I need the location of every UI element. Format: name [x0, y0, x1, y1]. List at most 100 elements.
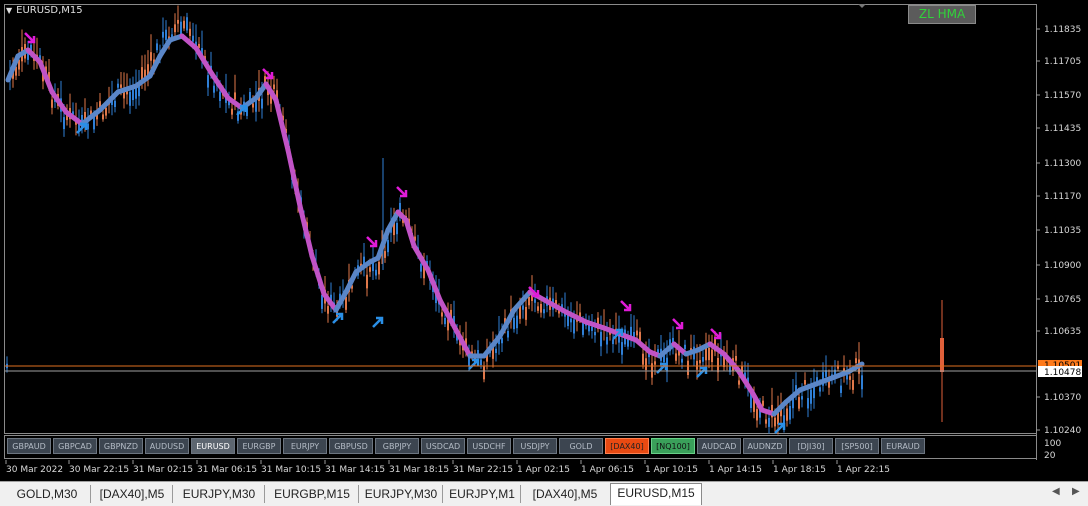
- hma-line-segment: [343, 269, 359, 295]
- candle-body: [213, 85, 215, 93]
- symbol-button-sp500[interactable]: [SP500]: [835, 438, 879, 454]
- symbol-button-eurusd[interactable]: EURUSD: [191, 438, 235, 454]
- candle-body: [375, 269, 377, 276]
- time-tick-label: 31 Mar 10:15: [261, 465, 321, 475]
- chart-tab[interactable]: EURJPY,M30: [174, 485, 265, 503]
- candle-body: [366, 274, 368, 289]
- candle-body: [543, 309, 545, 314]
- price-tick-label: 1.10240: [1044, 426, 1081, 436]
- chart-tab[interactable]: [DAX40],M5: [92, 485, 173, 503]
- candle-body: [540, 303, 542, 313]
- candle-body: [513, 317, 515, 330]
- candle-body: [165, 29, 167, 40]
- chart-tab[interactable]: EURJPY,M30: [360, 485, 443, 503]
- candle-body: [687, 360, 689, 376]
- time-tick-label: 31 Mar 06:15: [197, 465, 257, 475]
- symbol-button-eurjpy[interactable]: EURJPY: [283, 438, 327, 454]
- candle-body: [786, 408, 788, 421]
- arrow-left-icon[interactable]: ◀: [1052, 486, 1060, 497]
- candle-body: [501, 338, 503, 344]
- candle-body: [150, 52, 152, 61]
- candle-body: [606, 336, 608, 345]
- buy-arrow-icon: [468, 358, 480, 370]
- symbol-button-usdchf[interactable]: USDCHF: [467, 438, 511, 454]
- chart-tab[interactable]: [DAX40],M5: [522, 485, 608, 503]
- candle-body: [852, 380, 854, 390]
- symbol-button-nq100[interactable]: [NQ100]: [651, 438, 695, 454]
- symbol-button-usdcad[interactable]: USDCAD: [421, 438, 465, 454]
- symbol-button-audusd[interactable]: AUDUSD: [145, 438, 189, 454]
- chart-tab[interactable]: EURUSD,M15: [610, 483, 702, 505]
- price-tick-label: 1.10900: [1044, 261, 1081, 271]
- candle-body: [516, 315, 518, 329]
- candle-body: [828, 381, 830, 388]
- candle-body: [594, 331, 596, 336]
- chart-window[interactable]: 1.11835 1.11705 1.11570 1.11435 1.11300 1.111…: [0, 0, 1088, 481]
- candle-body: [444, 317, 446, 325]
- candle-body: [711, 349, 713, 363]
- symbol-button-gold[interactable]: GOLD: [559, 438, 603, 454]
- candle-body: [642, 353, 644, 365]
- symbol-button-gbpnzd[interactable]: GBPNZD: [99, 438, 143, 454]
- candle-body: [420, 263, 422, 272]
- candle-body: [345, 296, 347, 310]
- candle-body: [180, 21, 182, 36]
- symbol-button-gbpaud[interactable]: GBPAUD: [7, 438, 51, 454]
- symbol-button-gbpjpy[interactable]: GBPJPY: [375, 438, 419, 454]
- candle-body: [840, 385, 842, 393]
- chart-tab[interactable]: EURGBP,M15: [266, 485, 359, 503]
- time-tick-label: 31 Mar 22:15: [453, 465, 513, 475]
- symbol-button-audcad[interactable]: AUDCAD: [697, 438, 741, 454]
- symbol-button-gbpusd[interactable]: GBPUSD: [329, 438, 373, 454]
- chart-shift-marker-icon[interactable]: [858, 4, 866, 8]
- symbol-button-dax40[interactable]: [DAX40]: [605, 438, 649, 454]
- triangle-down-icon[interactable]: ▼: [6, 6, 12, 15]
- candle-body: [183, 20, 185, 29]
- candle-body: [681, 358, 683, 363]
- time-tick-label: 1 Apr 10:15: [645, 465, 698, 475]
- arrow-right-icon[interactable]: ▶: [1072, 486, 1080, 497]
- buy-arrow-icon: [774, 422, 786, 434]
- symbol-button-dji30[interactable]: [DJI30]: [789, 438, 833, 454]
- time-tick-label: 30 Mar 22:15: [69, 465, 129, 475]
- candle-body: [105, 107, 107, 116]
- candle-body: [234, 92, 236, 100]
- candle-body: [219, 91, 221, 102]
- symbol-button-gbpcad[interactable]: GBPCAD: [53, 438, 97, 454]
- chart-tab[interactable]: GOLD,M30: [4, 485, 91, 503]
- symbol-button-audnzd[interactable]: AUDNZD: [743, 438, 787, 454]
- candle-body: [63, 117, 65, 130]
- candle-body: [861, 375, 863, 390]
- time-tick-label: 31 Mar 14:15: [325, 465, 385, 475]
- candle-body: [777, 412, 779, 425]
- candle-body: [537, 306, 539, 311]
- candle-body: [819, 387, 821, 392]
- candle-body: [51, 99, 53, 108]
- candle-body: [321, 294, 323, 309]
- candle-body: [162, 31, 164, 38]
- main-pane-frame: [4, 4, 1037, 434]
- candle-body: [735, 356, 737, 361]
- candle-body: [612, 339, 614, 345]
- chart-tab-bar: GOLD,M30 [DAX40],M5 EURJPY,M30 EURGBP,M15 EU…: [0, 481, 1088, 506]
- price-tick-label: 1.11705: [1044, 57, 1081, 67]
- price-tick-label: 1.11170: [1044, 192, 1081, 202]
- buy-arrow-icon: [696, 366, 708, 378]
- candle-body: [798, 397, 800, 409]
- sell-arrow-icon: [672, 318, 684, 330]
- chart-canvas[interactable]: 1.11835 1.11705 1.11570 1.11435 1.11300 1.111…: [0, 0, 1088, 481]
- current-price-text: 1.10478: [1044, 368, 1081, 378]
- sub-axis-label: 100: [1044, 439, 1061, 449]
- candle-body: [231, 108, 233, 115]
- candle-body: [789, 406, 791, 420]
- candle-body: [174, 24, 176, 33]
- symbol-button-usdjpy[interactable]: USDJPY: [513, 438, 557, 454]
- symbol-button-euraud[interactable]: EURAUD: [881, 438, 925, 454]
- price-tick-label: 1.11570: [1044, 91, 1081, 101]
- candle-body: [708, 347, 710, 361]
- candle-body: [117, 83, 119, 88]
- time-tick-label: 1 Apr 06:15: [581, 465, 634, 475]
- symbol-button-eurgbp[interactable]: EURGBP: [237, 438, 281, 454]
- candle-body: [369, 267, 371, 272]
- chart-tab[interactable]: EURJPY,M1: [444, 485, 521, 503]
